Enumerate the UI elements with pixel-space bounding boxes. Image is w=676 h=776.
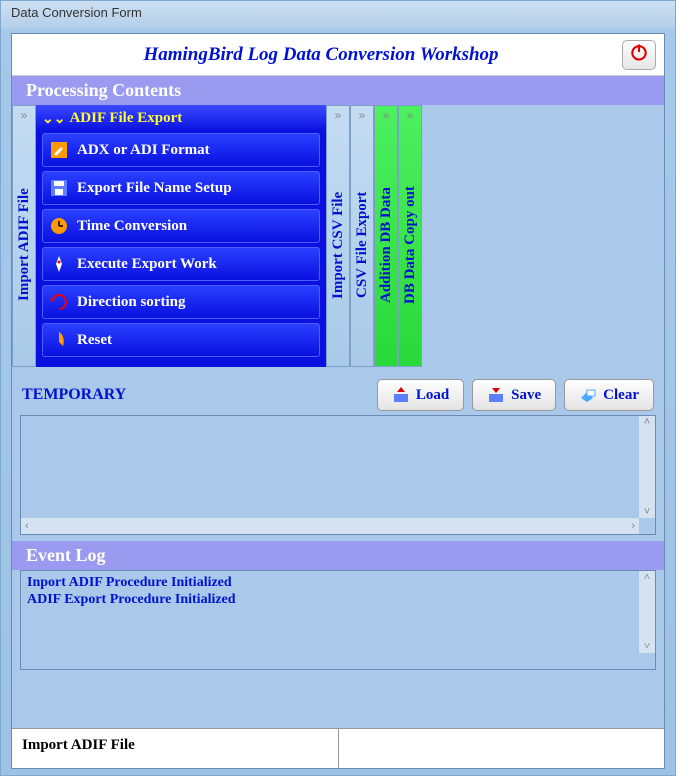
tab-csv-export[interactable]: » CSV File Export: [350, 105, 374, 367]
chevron-right-icon: »: [335, 108, 342, 126]
menu-adx-adi-format[interactable]: ADX or ADI Format: [42, 133, 320, 167]
tab-import-adif[interactable]: » Import ADIF File: [12, 105, 36, 367]
tab-db-copyout[interactable]: » DB Data Copy out: [398, 105, 422, 367]
chevron-right-icon: »: [359, 108, 366, 126]
chevron-right-icon: »: [21, 108, 28, 126]
save-down-icon: [487, 386, 505, 404]
temporary-label: TEMPORARY: [22, 386, 369, 404]
menu-direction-sorting[interactable]: Direction sorting: [42, 285, 320, 319]
window-titlebar: Data Conversion Form: [1, 1, 675, 29]
scroll-up-icon: ˄: [644, 571, 650, 584]
tab-import-csv[interactable]: » Import CSV File: [326, 105, 350, 367]
menu-label: Reset: [77, 332, 112, 349]
scroll-up-icon: ˄: [644, 416, 650, 428]
menu-label: Direction sorting: [77, 294, 185, 311]
edit-icon: [49, 140, 69, 160]
save-icon: [49, 178, 69, 198]
clear-button[interactable]: Clear: [564, 379, 654, 411]
panel-title-bar[interactable]: ⌄⌄ ADIF File Export: [36, 105, 326, 131]
temporary-textarea[interactable]: ˄ ˅ ‹ ›: [20, 415, 656, 535]
sort-icon: [49, 292, 69, 312]
app-title: HamingBird Log Data Conversion Workshop: [20, 44, 622, 66]
clear-icon: [579, 386, 597, 404]
tab-label: Addition DB Data: [378, 126, 395, 364]
menu-export-filename[interactable]: Export File Name Setup: [42, 171, 320, 205]
content-area: HamingBird Log Data Conversion Workshop …: [11, 33, 665, 769]
button-label: Clear: [603, 387, 639, 404]
menu-label: Execute Export Work: [77, 256, 217, 273]
power-icon: [629, 42, 649, 67]
eventlog-textarea[interactable]: Inport ADIF Procedure Initialized ADIF E…: [20, 570, 656, 670]
processing-header: Processing Contents: [12, 76, 664, 105]
scroll-right-icon: ›: [631, 520, 635, 532]
status-right: [339, 729, 665, 768]
button-label: Save: [511, 387, 541, 404]
menu-label: ADX or ADI Format: [77, 142, 210, 159]
load-icon: [392, 386, 410, 404]
tab-label: Import ADIF File: [16, 126, 33, 364]
panels-row: » Import ADIF File ⌄⌄ ADIF File Export A…: [12, 105, 664, 375]
tab-label: Import CSV File: [330, 126, 347, 364]
load-button[interactable]: Load: [377, 379, 464, 411]
menu-execute-export[interactable]: Execute Export Work: [42, 247, 320, 281]
app-window: Data Conversion Form HamingBird Log Data…: [0, 0, 676, 776]
button-label: Load: [416, 387, 449, 404]
reset-icon: [49, 330, 69, 350]
menu-reset[interactable]: Reset: [42, 323, 320, 357]
tab-label: DB Data Copy out: [402, 126, 419, 364]
menu-time-conversion[interactable]: Time Conversion: [42, 209, 320, 243]
horizontal-scrollbar[interactable]: ‹ ›: [21, 518, 639, 534]
scroll-left-icon: ‹: [25, 520, 29, 532]
vertical-scrollbar[interactable]: ˄ ˅: [639, 416, 655, 518]
tab-label: CSV File Export: [354, 126, 371, 364]
tab-addition-db[interactable]: » Addition DB Data: [374, 105, 398, 367]
log-line: Inport ADIF Procedure Initialized: [27, 575, 649, 592]
chevron-right-icon: »: [407, 108, 414, 126]
menu-label: Export File Name Setup: [77, 180, 232, 197]
vertical-scrollbar[interactable]: ˄ ˅: [639, 571, 655, 653]
log-line: ADIF Export Procedure Initialized: [27, 592, 649, 609]
save-button[interactable]: Save: [472, 379, 556, 411]
panel-title-text: ADIF File Export: [69, 110, 182, 127]
temporary-toolbar: TEMPORARY Load Save Clear: [12, 375, 664, 415]
chevron-down-icon: ⌄⌄: [42, 110, 65, 127]
power-button[interactable]: [622, 40, 656, 70]
window-title: Data Conversion Form: [11, 5, 142, 20]
scroll-down-icon: ˅: [644, 640, 650, 653]
app-header: HamingBird Log Data Conversion Workshop: [12, 34, 664, 76]
menu-label: Time Conversion: [77, 218, 187, 235]
rocket-icon: [49, 254, 69, 274]
status-bar: Import ADIF File: [12, 728, 664, 768]
panel-adif-export: ⌄⌄ ADIF File Export ADX or ADI Format Ex…: [36, 105, 326, 367]
clock-icon: [49, 216, 69, 236]
chevron-right-icon: »: [383, 108, 390, 126]
status-left: Import ADIF File: [12, 729, 339, 768]
scroll-down-icon: ˅: [644, 506, 650, 518]
eventlog-header: Event Log: [12, 541, 664, 570]
